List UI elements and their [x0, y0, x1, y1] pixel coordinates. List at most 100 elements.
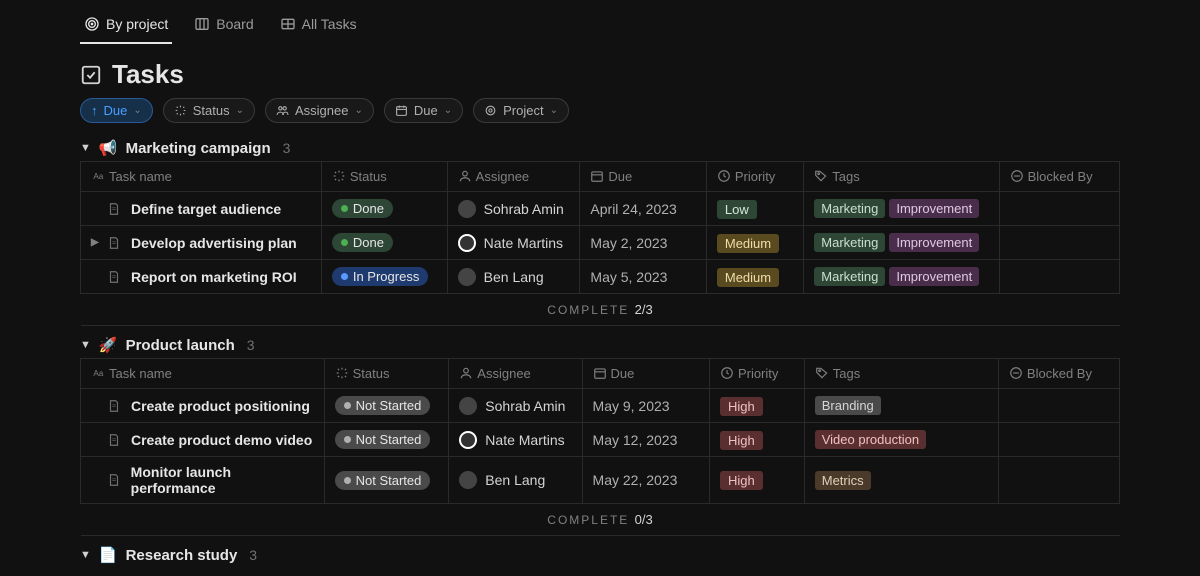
filter-assignee[interactable]: Assignee ⌄: [265, 98, 374, 123]
due-cell[interactable]: May 22, 2023: [582, 457, 709, 504]
status-pill[interactable]: Done: [332, 199, 393, 218]
table-row[interactable]: Report on marketing ROI In Progress Ben …: [81, 260, 1120, 294]
task-name-text: Create product demo video: [131, 432, 312, 448]
tag-badge[interactable]: Video production: [815, 430, 926, 449]
assignee-cell[interactable]: Ben Lang: [458, 268, 570, 286]
blocked-cell[interactable]: [998, 423, 1119, 457]
tag-badge[interactable]: Improvement: [889, 267, 979, 286]
col-header-tags[interactable]: Tags: [804, 162, 999, 192]
assignee-cell[interactable]: Sohrab Amin: [458, 200, 570, 218]
blocked-cell[interactable]: [999, 192, 1119, 226]
chevron-down-icon: ⌄: [354, 105, 362, 116]
tag-badge[interactable]: Branding: [815, 396, 881, 415]
tag-badge[interactable]: Improvement: [889, 199, 979, 218]
tag-badge[interactable]: Marketing: [814, 233, 885, 252]
group-header[interactable]: ▼ 📢 Marketing campaign 3: [80, 139, 1120, 157]
col-header-status[interactable]: Status: [324, 359, 449, 389]
priority-badge[interactable]: Low: [717, 200, 757, 219]
task-name-text: Create product positioning: [131, 398, 310, 414]
tab-label: All Tasks: [302, 16, 357, 32]
tab-by-project[interactable]: By project: [80, 8, 172, 44]
col-header-blocked[interactable]: Blocked By: [998, 359, 1119, 389]
status-pill[interactable]: Done: [332, 233, 393, 252]
table-row[interactable]: Create product positioning Not Started S…: [81, 389, 1120, 423]
due-cell[interactable]: May 12, 2023: [582, 423, 709, 457]
col-header-status[interactable]: Status: [321, 162, 447, 192]
col-header-name[interactable]: AaTask name: [81, 359, 325, 389]
document-icon: [107, 472, 125, 488]
due-cell[interactable]: May 2, 2023: [580, 226, 706, 260]
tags-cell[interactable]: Video production: [804, 423, 998, 457]
priority-badge[interactable]: Medium: [717, 234, 779, 253]
status-pill[interactable]: Not Started: [335, 471, 431, 490]
group-emoji: 📄: [99, 546, 118, 564]
filter-status[interactable]: Status ⌄: [163, 98, 255, 123]
group-collapse-toggle[interactable]: ▼: [80, 142, 91, 154]
col-header-tags[interactable]: Tags: [804, 359, 998, 389]
blocked-cell[interactable]: [998, 389, 1119, 423]
sort-label: Due: [104, 103, 128, 118]
calendar-icon: [395, 104, 408, 117]
group-header[interactable]: ▼ 📄 Research study 3: [80, 546, 1120, 564]
table-row[interactable]: Monitor launch performance Not Started B…: [81, 457, 1120, 504]
filter-due[interactable]: Due ⌄: [384, 98, 463, 123]
group-collapse-toggle[interactable]: ▼: [80, 339, 91, 351]
col-header-priority[interactable]: Priority: [709, 359, 804, 389]
tag-badge[interactable]: Metrics: [815, 471, 871, 490]
filter-bar: ↑ Due ⌄ Status ⌄ Assignee ⌄ Due ⌄ Projec…: [80, 98, 1120, 123]
avatar: [459, 471, 477, 489]
tag-badge[interactable]: Marketing: [814, 199, 885, 218]
table-row[interactable]: Define target audience Done Sohrab Amin …: [81, 192, 1120, 226]
tab-all-tasks[interactable]: All Tasks: [276, 8, 361, 44]
priority-badge[interactable]: Medium: [717, 268, 779, 287]
chevron-down-icon: ⌄: [444, 105, 452, 116]
blocked-cell[interactable]: [998, 457, 1119, 504]
tag-badge[interactable]: Improvement: [889, 233, 979, 252]
tab-label: By project: [106, 16, 168, 32]
tags-cell[interactable]: Branding: [804, 389, 998, 423]
priority-badge[interactable]: High: [720, 397, 763, 416]
task-name-text: Report on marketing ROI: [131, 269, 297, 285]
tags-cell[interactable]: MarketingImprovement: [804, 260, 999, 294]
col-header-assignee[interactable]: Assignee: [447, 162, 580, 192]
sort-chip[interactable]: ↑ Due ⌄: [80, 98, 153, 123]
group-emoji: 🚀: [99, 336, 118, 354]
group-count: 3: [249, 547, 257, 563]
due-cell[interactable]: May 9, 2023: [582, 389, 709, 423]
assignee-cell[interactable]: Nate Martins: [458, 234, 570, 252]
document-icon: [107, 235, 125, 251]
status-pill[interactable]: In Progress: [332, 267, 428, 286]
group-collapse-toggle[interactable]: ▼: [80, 549, 91, 561]
blocked-cell[interactable]: [999, 260, 1119, 294]
col-header-due[interactable]: Due: [582, 359, 709, 389]
status-pill[interactable]: Not Started: [335, 430, 431, 449]
tag-badge[interactable]: Marketing: [814, 267, 885, 286]
group-header[interactable]: ▼ 🚀 Product launch 3: [80, 336, 1120, 354]
table-row[interactable]: ▶ Develop advertising plan Done Nate Mar…: [81, 226, 1120, 260]
board-icon: [194, 16, 210, 32]
tab-board[interactable]: Board: [190, 8, 257, 44]
tags-cell[interactable]: Metrics: [804, 457, 998, 504]
chevron-down-icon: ⌄: [236, 105, 244, 116]
blocked-cell[interactable]: [999, 226, 1119, 260]
col-header-assignee[interactable]: Assignee: [449, 359, 582, 389]
row-expand-toggle[interactable]: ▶: [91, 237, 101, 248]
priority-badge[interactable]: High: [720, 471, 763, 490]
tags-cell[interactable]: MarketingImprovement: [804, 226, 999, 260]
assignee-cell[interactable]: Sohrab Amin: [459, 397, 571, 415]
col-header-name[interactable]: AaTask name: [81, 162, 322, 192]
col-header-blocked[interactable]: Blocked By: [999, 162, 1119, 192]
due-cell[interactable]: April 24, 2023: [580, 192, 706, 226]
table-row[interactable]: Create product demo video Not Started Na…: [81, 423, 1120, 457]
checkbox-icon: [80, 64, 102, 86]
col-header-due[interactable]: Due: [580, 162, 706, 192]
due-cell[interactable]: May 5, 2023: [580, 260, 706, 294]
assignee-cell[interactable]: Ben Lang: [459, 471, 571, 489]
status-pill[interactable]: Not Started: [335, 396, 431, 415]
col-header-priority[interactable]: Priority: [706, 162, 803, 192]
complete-summary: COMPLETE 0/3: [81, 504, 1120, 536]
assignee-cell[interactable]: Nate Martins: [459, 431, 571, 449]
tags-cell[interactable]: MarketingImprovement: [804, 192, 999, 226]
filter-project[interactable]: Project ⌄: [473, 98, 569, 123]
priority-badge[interactable]: High: [720, 431, 763, 450]
